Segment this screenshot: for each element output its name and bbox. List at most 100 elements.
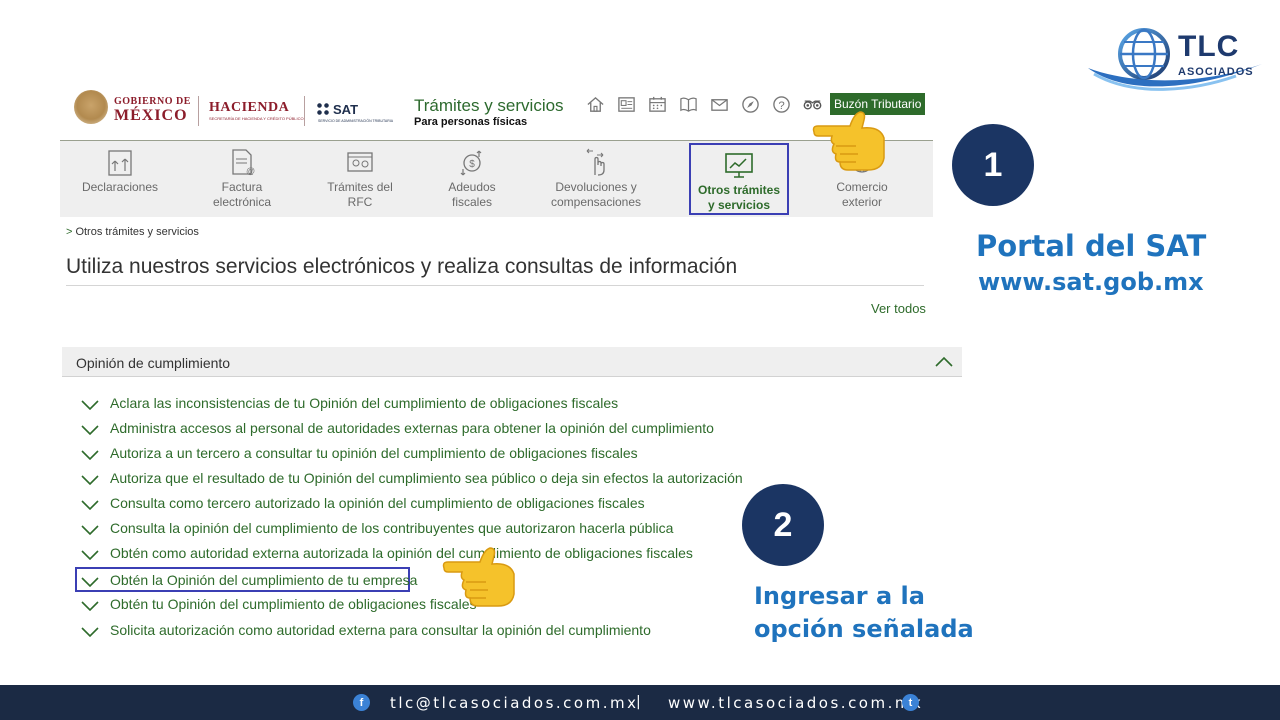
ver-todos-link[interactable]: Ver todos <box>871 301 926 316</box>
chevron-down-icon <box>81 400 99 410</box>
breadcrumb-current[interactable]: Otros trámites y servicios <box>75 226 198 238</box>
sat-dots-icon <box>316 102 330 116</box>
chevron-down-icon <box>81 550 99 560</box>
step-1-url: www.sat.gob.mx <box>978 268 1204 296</box>
page-title: Utiliza nuestros servicios electrónicos … <box>66 255 738 278</box>
invoice-icon: @ <box>232 149 255 176</box>
hacienda-logo[interactable]: HACIENDA <box>209 100 289 116</box>
step-2-badge: 2 <box>742 484 824 566</box>
accordion-header[interactable]: Opinión de cumplimiento <box>62 347 962 377</box>
option-link[interactable]: Consulta como tercero autorizado la opin… <box>110 495 645 511</box>
chevron-down-icon <box>81 627 99 637</box>
option-link[interactable]: Consulta la opinión del cumplimiento de … <box>110 520 673 536</box>
divider <box>198 96 199 126</box>
pointing-hand-icon <box>812 111 885 171</box>
book-icon[interactable] <box>677 94 700 114</box>
step-1-title: Portal del SAT <box>976 229 1207 263</box>
svg-text:@: @ <box>246 166 255 176</box>
compass-icon[interactable] <box>739 94 762 114</box>
list-item-highlighted[interactable]: Obtén la Opinión del cumplimiento de tu … <box>75 567 417 592</box>
pointing-hand-icon <box>442 547 515 607</box>
sat-header: GOBIERNO DE MÉXICO HACIENDA SECRETARÍA D… <box>60 86 933 141</box>
list-item[interactable]: Obtén tu Opinión del cumplimiento de obl… <box>76 594 736 616</box>
rfc-icon <box>347 152 373 172</box>
gobierno-logo[interactable]: GOBIERNO DE MÉXICO <box>74 90 194 130</box>
site-title[interactable]: Trámites y servicios <box>414 96 564 116</box>
svg-text:$: $ <box>469 159 475 170</box>
list-item[interactable]: Solicita autorización como autoridad ext… <box>76 620 736 642</box>
declarations-icon <box>108 150 132 176</box>
nav-factura-electronica[interactable]: @ Factura electrónica <box>196 141 288 217</box>
site-subtitle: Para personas físicas <box>414 116 528 128</box>
step-2-line1: Ingresar a la <box>754 582 925 610</box>
breadcrumb-separator: > <box>66 226 73 238</box>
nav-adeudos-fiscales[interactable]: $ Adeudos fiscales <box>426 141 518 217</box>
step-1-badge: 1 <box>952 124 1034 206</box>
chevron-down-icon <box>81 601 99 611</box>
nav-declaraciones[interactable]: Declaraciones <box>74 141 166 217</box>
accordion-title: Opinión de cumplimiento <box>76 355 231 371</box>
nav-label: Factura electrónica <box>212 180 272 209</box>
option-link[interactable]: Administra accesos al personal de autori… <box>110 420 714 436</box>
footer-website[interactable]: www.tlcasociados.com.mx <box>668 694 923 712</box>
chevron-down-icon <box>81 475 99 485</box>
header-icons: ? <box>584 94 824 114</box>
main-nav: Declaraciones @ Factura electrónica Trám… <box>60 141 933 217</box>
list-item[interactable]: Consulta la opinión del cumplimiento de … <box>76 518 736 540</box>
list-item[interactable]: Administra accesos al personal de autori… <box>76 418 736 440</box>
option-link[interactable]: Obtén la Opinión del cumplimiento de tu … <box>110 572 417 588</box>
tlc-wordmark: TLC <box>1178 30 1240 63</box>
nav-label: Adeudos fiscales <box>448 180 496 209</box>
list-item[interactable]: Autoriza a un tercero a consultar tu opi… <box>76 443 736 465</box>
chevron-up-icon[interactable] <box>934 356 954 368</box>
chevron-down-icon <box>81 577 99 587</box>
eagle-emblem-icon <box>74 90 108 124</box>
nav-otros-tramites[interactable]: Otros trámites y servicios <box>689 143 789 215</box>
list-item[interactable]: Autoriza que el resultado de tu Opinión … <box>76 468 743 490</box>
divider <box>304 96 305 126</box>
list-item[interactable]: Consulta como tercero autorizado la opin… <box>76 493 736 515</box>
chevron-down-icon <box>81 450 99 460</box>
other-services-icon <box>725 153 753 178</box>
tlc-subtitle: ASOCIADOS <box>1178 66 1254 78</box>
svg-text:?: ? <box>778 99 784 111</box>
nav-label: Trámites del RFC <box>327 180 393 209</box>
refunds-icon <box>586 148 605 176</box>
step-2-line2: opción señalada <box>754 615 974 643</box>
breadcrumb: > Otros trámites y servicios <box>66 226 199 238</box>
option-link[interactable]: Obtén tu Opinión del cumplimiento de obl… <box>110 596 477 612</box>
help-icon[interactable]: ? <box>770 94 793 114</box>
nav-label: Devoluciones y compensaciones <box>550 180 642 209</box>
option-link[interactable]: Aclara las inconsistencias de tu Opinión… <box>110 395 618 411</box>
calendar-icon[interactable] <box>646 94 669 114</box>
footer: f tlc@tlcasociados.com.mx | www.tlcasoci… <box>0 685 1280 720</box>
sat-logo-text: SAT <box>333 102 359 117</box>
nav-label: Declaraciones <box>81 180 159 194</box>
gobierno-line2: MÉXICO <box>114 107 188 124</box>
sat-logo[interactable]: SAT <box>316 102 358 117</box>
facebook-icon[interactable]: f <box>353 694 370 711</box>
twitter-icon[interactable]: t <box>902 694 919 711</box>
option-link[interactable]: Autoriza a un tercero a consultar tu opi… <box>110 445 638 461</box>
debts-icon: $ <box>460 150 482 176</box>
chevron-down-icon <box>81 425 99 435</box>
mail-icon[interactable] <box>708 94 731 114</box>
nav-tramites-rfc[interactable]: Trámites del RFC <box>314 141 406 217</box>
tlc-logo: TLC ASOCIADOS <box>1086 24 1262 96</box>
chevron-down-icon <box>81 525 99 535</box>
sat-subtitle: SERVICIO DE ADMINISTRACIÓN TRIBUTARIA <box>318 119 394 123</box>
home-icon[interactable] <box>584 94 607 114</box>
gobierno-line1: GOBIERNO DE <box>114 96 191 107</box>
list-item[interactable]: Obtén como autoridad externa autorizada … <box>76 543 736 565</box>
chevron-down-icon <box>81 500 99 510</box>
list-item[interactable]: Aclara las inconsistencias de tu Opinión… <box>76 393 736 415</box>
nav-devoluciones[interactable]: Devoluciones y compensaciones <box>546 141 646 217</box>
option-link[interactable]: Obtén como autoridad externa autorizada … <box>110 545 693 561</box>
hacienda-subtitle: SECRETARÍA DE HACIENDA Y CRÉDITO PÚBLICO <box>209 116 304 121</box>
option-link[interactable]: Solicita autorización como autoridad ext… <box>110 622 651 638</box>
nav-label: Otros trámites y servicios <box>697 183 781 212</box>
news-icon[interactable] <box>615 94 638 114</box>
option-link[interactable]: Autoriza que el resultado de tu Opinión … <box>110 470 743 486</box>
footer-email[interactable]: tlc@tlcasociados.com.mx <box>390 694 638 712</box>
divider <box>66 285 924 286</box>
